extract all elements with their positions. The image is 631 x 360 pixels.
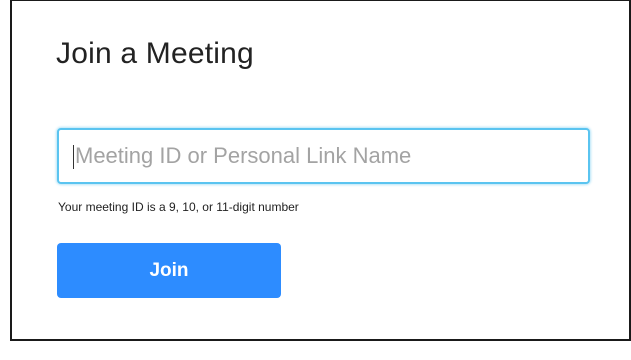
join-meeting-panel: Join a Meeting Your meeting ID is a 9, 1… — [10, 0, 631, 341]
text-caret — [73, 145, 74, 169]
meeting-id-input[interactable] — [59, 130, 588, 182]
meeting-id-hint: Your meeting ID is a 9, 10, or 11-digit … — [58, 200, 299, 214]
meeting-id-field[interactable] — [57, 128, 590, 184]
page-title: Join a Meeting — [56, 37, 254, 70]
join-button[interactable]: Join — [57, 243, 281, 298]
